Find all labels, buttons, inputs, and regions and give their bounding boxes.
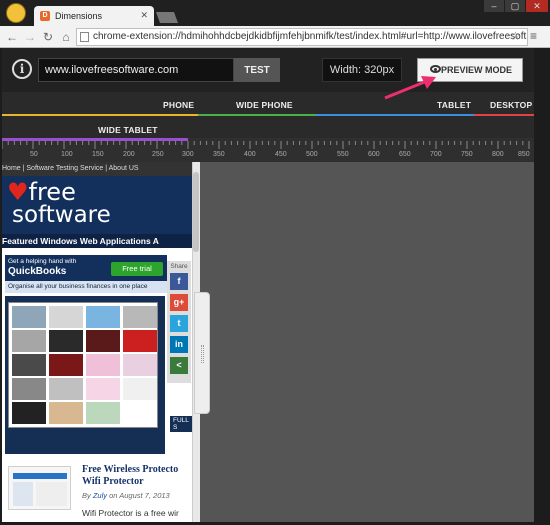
ruler-label: 200 — [123, 151, 135, 158]
close-window-button[interactable]: ✕ — [526, 0, 548, 12]
ruler-label: 50 — [30, 151, 38, 158]
ruler-label: 150 — [92, 151, 104, 158]
back-arrow-icon[interactable]: ← — [4, 29, 20, 45]
resize-handle[interactable] — [194, 292, 210, 414]
ad-line2: QuickBooks — [8, 266, 67, 277]
new-tab-button[interactable] — [155, 12, 179, 23]
title-bar: D Dimensions ✕ – ▢ ✕ — [0, 0, 550, 26]
home-icon[interactable]: ⌂ — [58, 29, 74, 45]
preview-mode-label: PREVIEW MODE — [440, 65, 512, 75]
free-trial-button[interactable]: Free trial — [111, 262, 163, 276]
address-url: chrome-extension://hdmihohhdcbejdkidbfij… — [93, 31, 527, 42]
article-excerpt: Wifi Protector is a free wir — [82, 508, 179, 518]
minimize-button[interactable]: – — [484, 0, 504, 12]
quickbooks-ad[interactable]: Get a helping hand with QuickBooks Free … — [5, 255, 167, 293]
ruler-label: 700 — [430, 151, 442, 158]
reload-icon[interactable]: ↻ — [40, 29, 56, 45]
eye-icon — [430, 65, 441, 73]
bookmark-star-icon[interactable]: ☆ — [510, 29, 521, 43]
share-label: Share — [170, 263, 188, 270]
ruler-label: 350 — [213, 151, 225, 158]
chrome-menu-icon[interactable]: ≡ — [530, 29, 537, 43]
ruler-label: 800 — [492, 151, 504, 158]
device-desktop[interactable]: DESKTOP — [490, 100, 532, 110]
site-logo-software: software — [12, 202, 111, 228]
user-avatar-icon[interactable] — [6, 3, 26, 23]
share-bar: Share f g+ t in < — [167, 261, 191, 383]
ruler-label: 850 — [518, 151, 530, 158]
test-url-input[interactable] — [38, 58, 234, 82]
maximize-button[interactable]: ▢ — [505, 0, 525, 12]
grip-icon — [201, 345, 204, 363]
ruler-label: 500 — [306, 151, 318, 158]
article-thumbnail[interactable] — [8, 466, 71, 510]
tab-close-icon[interactable]: ✕ — [140, 10, 148, 21]
article-title-line2: Wifi Protector — [82, 476, 144, 487]
google-plus-icon[interactable]: g+ — [170, 294, 188, 311]
facebook-icon[interactable]: f — [170, 273, 188, 290]
control-bar: i TEST Width: 320px PREVIEW MODE — [2, 48, 534, 92]
ruler-label: 650 — [399, 151, 411, 158]
article-item[interactable]: Free Wireless Protecto Wifi Protector By… — [2, 454, 192, 522]
ruler-label: 300 — [182, 151, 194, 158]
twitter-icon[interactable]: t — [170, 315, 188, 332]
ruler-label: 550 — [337, 151, 349, 158]
article-author[interactable]: Zuly — [93, 491, 107, 500]
site-top-links[interactable]: Home | Software Testing Service | About … — [2, 162, 192, 176]
share-icon[interactable]: < — [170, 357, 188, 374]
scrollbar-thumb[interactable] — [193, 172, 199, 252]
full-screen-label[interactable]: FULL S — [170, 416, 192, 432]
ruler-label: 750 — [461, 151, 473, 158]
page-icon — [80, 32, 89, 42]
previewed-site[interactable]: Home | Software Testing Service | About … — [2, 162, 192, 454]
preview-viewport[interactable]: Home | Software Testing Service | About … — [2, 162, 534, 522]
byline-prefix: By — [82, 491, 93, 500]
ruler-ticks — [2, 141, 530, 149]
linkedin-icon[interactable]: in — [170, 336, 188, 353]
browser-toolbar: ← → ↻ ⌂ chrome-extension://hdmihohhdcbej… — [0, 26, 550, 48]
ruler-label: 450 — [275, 151, 287, 158]
device-phone[interactable]: PHONE — [163, 100, 194, 110]
ruler-label: 600 — [368, 151, 380, 158]
article-title-line1: Free Wireless Protecto — [82, 464, 179, 475]
dimensions-app: i TEST Width: 320px PREVIEW MODE PHONE W… — [2, 48, 534, 522]
pixel-ruler: 50 100 150 200 250 300 350 400 450 500 5… — [2, 138, 534, 162]
article-title[interactable]: Free Wireless Protecto Wifi Protector — [82, 464, 194, 488]
article-byline: By Zuly on August 7, 2013 — [82, 491, 170, 500]
ruler-label: 250 — [152, 151, 164, 158]
dimensions-favicon-icon: D — [40, 11, 50, 21]
feature-image[interactable] — [8, 302, 158, 428]
device-wide-phone[interactable]: WIDE PHONE — [236, 100, 293, 110]
preview-mode-button[interactable]: PREVIEW MODE — [417, 58, 523, 82]
site-nav[interactable]: Featured Windows Web Applications A — [2, 234, 192, 248]
info-icon[interactable]: i — [12, 59, 32, 79]
ruler-label: 100 — [61, 151, 73, 158]
ad-footer: Organise all your business finances in o… — [5, 281, 167, 293]
ruler-label: 400 — [244, 151, 256, 158]
width-display: Width: 320px — [322, 58, 402, 82]
device-tablet[interactable]: TABLET — [437, 100, 471, 110]
device-wide-tablet[interactable]: WIDE TABLET — [98, 125, 158, 135]
device-row-top: PHONE WIDE PHONE TABLET DESKTOP — [2, 92, 534, 116]
browser-tab[interactable]: D Dimensions ✕ — [34, 6, 154, 26]
article-date: on August 7, 2013 — [107, 491, 170, 500]
forward-arrow-icon[interactable]: → — [22, 29, 38, 45]
ad-line1: Get a helping hand with — [8, 258, 77, 265]
device-row-bottom: WIDE TABLET — [2, 116, 534, 138]
side-text: and Fi — [170, 397, 191, 406]
address-bar[interactable]: chrome-extension://hdmihohhdcbejdkidbfij… — [76, 28, 528, 46]
test-button[interactable]: TEST — [234, 58, 280, 82]
tab-title: Dimensions — [55, 11, 103, 21]
